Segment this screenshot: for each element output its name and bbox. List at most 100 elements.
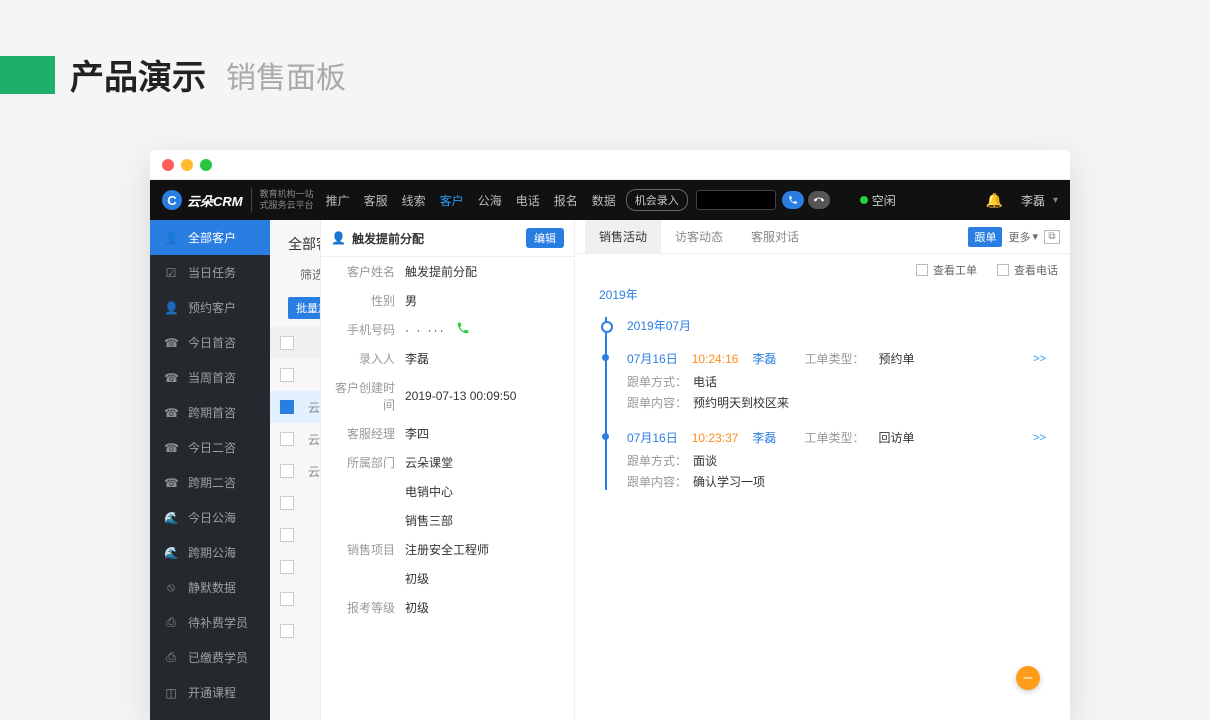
row-checkbox[interactable]: [280, 624, 294, 638]
page-subtitle: 销售面板: [226, 53, 346, 97]
detail-row: 录入人李磊: [321, 344, 574, 373]
row-checkbox[interactable]: [280, 560, 294, 574]
sidebar-item-当周首咨[interactable]: ☎当周首咨: [150, 360, 270, 395]
chevron-down-icon[interactable]: ▾: [1053, 195, 1058, 206]
nav-items: 推广客服线索客户公海电话报名数据: [326, 192, 616, 209]
timeline-line: 跟单内容：确认学习一项: [627, 473, 1046, 490]
entry-expand[interactable]: >>: [1033, 353, 1046, 365]
logo-sub1: 教育机构一站: [260, 189, 314, 200]
call-accept-icon[interactable]: [782, 191, 804, 209]
row-checkbox[interactable]: [280, 464, 294, 478]
nav-item-推广[interactable]: 推广: [326, 192, 350, 209]
detail-label: 所属部门: [327, 454, 405, 471]
detail-value: 电销中心: [405, 483, 453, 500]
phone-icon[interactable]: [456, 321, 470, 338]
bell-icon[interactable]: 🔔: [986, 192, 1003, 209]
sidebar-item-静默数据[interactable]: ⦸静默数据: [150, 570, 270, 605]
row-checkbox[interactable]: [280, 368, 294, 382]
app-window: C 云朵CRM 教育机构一站 式服务云平台 推广客服线索客户公海电话报名数据 机…: [150, 150, 1070, 720]
sidebar-item-跨期二咨[interactable]: ☎跨期二咨: [150, 465, 270, 500]
row-checkbox[interactable]: [280, 528, 294, 542]
entry-type-value: 预约单: [878, 350, 914, 367]
sidebar-icon: 👤: [164, 301, 178, 315]
sidebar-icon: ☑: [164, 266, 178, 280]
row-checkbox[interactable]: [280, 496, 294, 510]
entry-type-label: 工单类型：: [804, 429, 864, 446]
nav-item-数据[interactable]: 数据: [592, 192, 616, 209]
sidebar-icon: ◫: [164, 686, 178, 700]
view-calls-checkbox[interactable]: 查看电话: [997, 262, 1058, 278]
expand-icon[interactable]: ⧉: [1044, 230, 1060, 244]
timeline-entry: 07月16日10:23:37李磊工单类型：回访单>>跟单方式：面谈跟单内容：确认…: [627, 429, 1046, 490]
sidebar-item-全部客户[interactable]: 👤 全部客户: [150, 220, 270, 255]
nav-item-客服[interactable]: 客服: [364, 192, 388, 209]
sidebar-icon: 🌊: [164, 546, 178, 560]
edit-button[interactable]: 编辑: [526, 228, 564, 248]
sidebar-item-我的订单[interactable]: ≣我的订单: [150, 710, 270, 720]
sidebar-item-label: 待补费学员: [188, 614, 248, 631]
detail-value: 云朵课堂: [405, 454, 453, 471]
detail-value: 李磊: [405, 350, 429, 367]
detail-label: 客服经理: [327, 425, 405, 442]
sidebar-item-label: 当周首咨: [188, 369, 236, 386]
nav-item-线索[interactable]: 线索: [402, 192, 426, 209]
more-button[interactable]: 更多▾: [1008, 229, 1038, 245]
maximize-icon[interactable]: [200, 159, 212, 171]
sidebar-item-label: 跨期公海: [188, 544, 236, 561]
user-name[interactable]: 李磊: [1021, 192, 1045, 209]
minimize-icon[interactable]: [181, 159, 193, 171]
activity-tabs: 销售活动访客动态客服对话 跟单 更多▾ ⧉: [575, 220, 1070, 254]
followup-button[interactable]: 跟单: [968, 227, 1002, 247]
opportunity-button[interactable]: 机会录入: [626, 189, 688, 211]
close-icon[interactable]: [162, 159, 174, 171]
detail-row: 所属部门云朵课堂: [321, 448, 574, 477]
row-checkbox[interactable]: [280, 432, 294, 446]
search-input[interactable]: [696, 190, 776, 210]
main-content: 全部客户 筛选 批量放 云云云 👤 触发提前分配 编辑 客户姓名触发提前分配性别…: [270, 220, 1070, 720]
sidebar-item-今日二咨[interactable]: ☎今日二咨: [150, 430, 270, 465]
view-tickets-checkbox[interactable]: 查看工单: [916, 262, 977, 278]
detail-header: 👤 触发提前分配 编辑: [321, 220, 574, 257]
nav-item-客户[interactable]: 客户: [440, 192, 464, 209]
row-checkbox[interactable]: [280, 592, 294, 606]
detail-panel: 👤 触发提前分配 编辑 客户姓名触发提前分配性别男手机号码· · ···录入人李…: [320, 220, 575, 720]
nav-item-报名[interactable]: 报名: [554, 192, 578, 209]
sidebar-icon: ☎: [164, 406, 178, 420]
tab-访客动态[interactable]: 访客动态: [661, 220, 737, 253]
tab-销售活动[interactable]: 销售活动: [585, 220, 661, 253]
sidebar-item-今日公海[interactable]: 🌊今日公海: [150, 500, 270, 535]
detail-row: 性别男: [321, 286, 574, 315]
detail-label: 性别: [327, 292, 405, 309]
nav-item-公海[interactable]: 公海: [478, 192, 502, 209]
select-all-checkbox[interactable]: [280, 336, 294, 350]
tab-客服对话[interactable]: 客服对话: [737, 220, 813, 253]
timeline: 2019年 2019年07月 07月16日10:24:16李磊工单类型：预约单>…: [575, 286, 1070, 490]
sidebar-item-预约客户[interactable]: 👤预约客户: [150, 290, 270, 325]
page-header: 产品演示 销售面板: [0, 0, 1210, 129]
timeline-entry: 07月16日10:24:16李磊工单类型：预约单>>跟单方式：电话跟单内容：预约…: [627, 350, 1046, 411]
logo-sub2: 式服务云平台: [260, 200, 314, 211]
sidebar-item-开通课程[interactable]: ◫开通课程: [150, 675, 270, 710]
sidebar-item-待补费学员[interactable]: ⎙待补费学员: [150, 605, 270, 640]
accent-block: [0, 56, 55, 94]
sidebar-item-已缴费学员[interactable]: ⎙已缴费学员: [150, 640, 270, 675]
call-end-icon[interactable]: [808, 191, 830, 209]
sidebar-icon: ⦸: [164, 580, 178, 595]
sidebar-item-今日首咨[interactable]: ☎今日首咨: [150, 325, 270, 360]
sidebar-item-跨期首咨[interactable]: ☎跨期首咨: [150, 395, 270, 430]
sidebar-item-当日任务[interactable]: ☑ 当日任务: [150, 255, 270, 290]
sidebar-item-跨期公海[interactable]: 🌊 跨期公海: [150, 535, 270, 570]
fab-button[interactable]: –: [1016, 666, 1040, 690]
sidebar-icon: 👤: [164, 231, 178, 245]
sidebar-item-label: 全部客户: [188, 229, 236, 246]
entry-time: 10:24:16: [692, 352, 739, 366]
detail-row: 销售项目注册安全工程师: [321, 535, 574, 564]
detail-label: 手机号码: [327, 321, 405, 338]
logo[interactable]: C 云朵CRM 教育机构一站 式服务云平台: [162, 188, 314, 212]
logo-icon: C: [162, 190, 182, 210]
entry-expand[interactable]: >>: [1033, 432, 1046, 444]
nav-item-电话[interactable]: 电话: [516, 192, 540, 209]
timeline-year: 2019年: [599, 286, 1046, 303]
sidebar-item-label: 当日任务: [188, 264, 236, 281]
row-checkbox[interactable]: [280, 400, 294, 414]
